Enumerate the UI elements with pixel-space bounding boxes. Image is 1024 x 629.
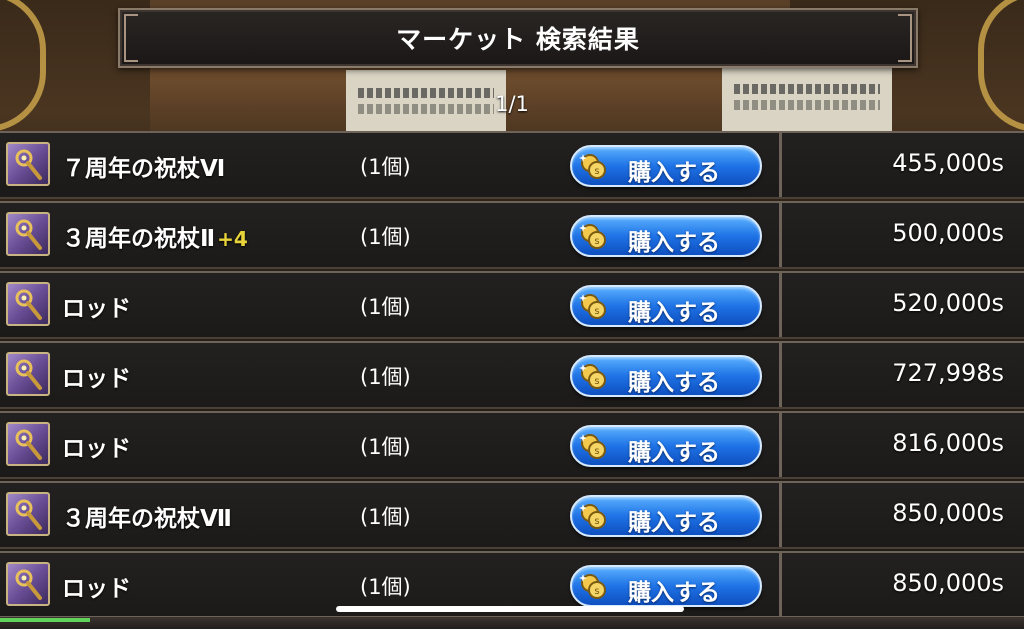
item-name-text: ７周年の祝杖Ⅵ	[62, 156, 226, 182]
buy-button[interactable]: s 購入する	[570, 355, 762, 397]
coin-icon: s	[578, 221, 608, 251]
buy-button-label: 購入する	[628, 580, 720, 606]
item-plus-value: +4	[217, 227, 248, 251]
item-price: 500,000s	[892, 219, 1004, 247]
item-name: ロッド	[62, 359, 133, 393]
item-quantity: (1個)	[360, 505, 411, 529]
item-name-text: ロッド	[62, 366, 131, 392]
market-result-list: ７周年の祝杖Ⅵ (1個) s 購入する 455,000s ３周年の祝杖Ⅱ +4 (1個) s 購入…	[0, 131, 1024, 621]
bottom-bar	[0, 616, 1024, 629]
market-row: ７周年の祝杖Ⅵ (1個) s 購入する 455,000s	[0, 131, 1024, 199]
item-quantity: (1個)	[360, 225, 411, 249]
progress-strip	[0, 618, 90, 622]
item-name-text: ロッド	[62, 436, 131, 462]
coin-icon: s	[578, 361, 608, 391]
buy-button[interactable]: s 購入する	[570, 495, 762, 537]
item-name: ３周年の祝杖Ⅱ +4	[62, 219, 248, 253]
svg-text:s: s	[594, 306, 599, 317]
market-row: ３周年の祝杖Ⅱ +4 (1個) s 購入する 500,000s	[0, 201, 1024, 269]
item-name: ロッド	[62, 569, 133, 603]
coin-icon: s	[578, 501, 608, 531]
buy-button[interactable]: s 購入する	[570, 215, 762, 257]
item-name-text: ３周年の祝杖Ⅶ	[62, 506, 232, 532]
item-price: 816,000s	[892, 429, 1004, 457]
svg-text:s: s	[594, 376, 599, 387]
item-price: 520,000s	[892, 289, 1004, 317]
coin-icon: s	[578, 571, 608, 601]
buy-button-label: 購入する	[628, 230, 720, 256]
staff-icon	[6, 212, 50, 256]
market-row: ロッド (1個) s 購入する 520,000s	[0, 271, 1024, 339]
buy-button[interactable]: s 購入する	[570, 565, 762, 607]
item-name: ロッド	[62, 289, 133, 323]
column-divider	[779, 133, 782, 197]
svg-text:s: s	[594, 166, 599, 177]
market-row: ロッド (1個) s 購入する 727,998s	[0, 341, 1024, 409]
buy-button[interactable]: s 購入する	[570, 145, 762, 187]
item-name: ロッド	[62, 429, 133, 463]
page-indicator: 1/1	[495, 92, 529, 116]
item-name-text: ロッド	[62, 296, 131, 322]
market-row: ３周年の祝杖Ⅶ (1個) s 購入する 850,000s	[0, 481, 1024, 549]
staff-icon	[6, 142, 50, 186]
item-quantity: (1個)	[360, 365, 411, 389]
coin-icon: s	[578, 151, 608, 181]
item-name-text: ロッド	[62, 576, 131, 602]
column-divider	[779, 343, 782, 407]
staff-icon	[6, 492, 50, 536]
title-bar: マーケット 検索結果	[118, 8, 918, 68]
column-divider	[779, 273, 782, 337]
item-price: 850,000s	[892, 499, 1004, 527]
item-quantity: (1個)	[360, 155, 411, 179]
buy-button-label: 購入する	[628, 440, 720, 466]
staff-icon	[6, 282, 50, 326]
item-quantity: (1個)	[360, 295, 411, 319]
staff-icon	[6, 352, 50, 396]
column-divider	[779, 413, 782, 477]
coin-icon: s	[578, 291, 608, 321]
item-price: 727,998s	[892, 359, 1004, 387]
item-quantity: (1個)	[360, 575, 411, 599]
item-name: ３周年の祝杖Ⅶ	[62, 499, 234, 533]
market-row: ロッド (1個) s 購入する 816,000s	[0, 411, 1024, 479]
home-indicator[interactable]	[336, 606, 684, 612]
coin-icon: s	[578, 431, 608, 461]
svg-text:s: s	[594, 236, 599, 247]
column-divider	[779, 553, 782, 617]
buy-button-label: 購入する	[628, 160, 720, 186]
buy-button-label: 購入する	[628, 510, 720, 536]
staff-icon	[6, 422, 50, 466]
item-price: 850,000s	[892, 569, 1004, 597]
column-divider	[779, 203, 782, 267]
buy-button[interactable]: s 購入する	[570, 425, 762, 467]
item-name: ７周年の祝杖Ⅵ	[62, 149, 227, 183]
item-quantity: (1個)	[360, 435, 411, 459]
svg-text:s: s	[594, 586, 599, 597]
buy-button-label: 購入する	[628, 370, 720, 396]
page-title: マーケット 検索結果	[396, 25, 640, 54]
buy-button[interactable]: s 購入する	[570, 285, 762, 327]
buy-button-label: 購入する	[628, 300, 720, 326]
staff-icon	[6, 562, 50, 606]
item-name-text: ３周年の祝杖Ⅱ	[62, 226, 216, 252]
column-divider	[779, 483, 782, 547]
svg-text:s: s	[594, 516, 599, 527]
item-price: 455,000s	[892, 149, 1004, 177]
svg-text:s: s	[594, 446, 599, 457]
